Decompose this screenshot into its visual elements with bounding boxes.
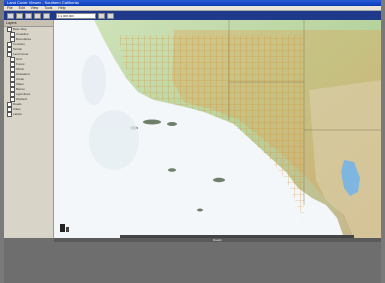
full-extent-icon[interactable] (43, 12, 50, 19)
menu-edit[interactable]: Edit (19, 6, 25, 10)
layer-item[interactable]: Labels (4, 112, 53, 117)
layers-heading: Layers (4, 20, 53, 27)
save-icon[interactable] (107, 12, 114, 19)
scale-select[interactable]: 1:1,000,000 (56, 12, 96, 19)
layer-list: Base Map Coastline Boundaries Counties Terra… (4, 27, 53, 117)
status-bar: Ready (54, 238, 381, 242)
menu-file[interactable]: File (7, 6, 13, 10)
application-window: Land Cover Viewer - Southern California … (4, 0, 381, 283)
map-canvas[interactable] (54, 20, 381, 238)
menu-tools[interactable]: Tools (44, 6, 52, 10)
identify-icon[interactable] (34, 12, 41, 19)
menu-view[interactable]: View (31, 6, 39, 10)
print-icon[interactable] (98, 12, 105, 19)
pan-icon[interactable] (25, 12, 32, 19)
zoom-in-icon[interactable] (7, 12, 14, 19)
layer-label: Labels (13, 112, 22, 116)
status-text: Ready (213, 238, 222, 242)
window-title: Land Cover Viewer - Southern California (7, 0, 79, 5)
menu-help[interactable]: Help (58, 6, 65, 10)
zoom-out-icon[interactable] (16, 12, 23, 19)
layers-panel: Layers Base Map Coastline Boundaries Counti… (4, 20, 54, 238)
layer-checkbox[interactable] (7, 112, 12, 117)
toolbar: 1:1,000,000 (4, 11, 381, 20)
map-view[interactable] (54, 20, 381, 238)
